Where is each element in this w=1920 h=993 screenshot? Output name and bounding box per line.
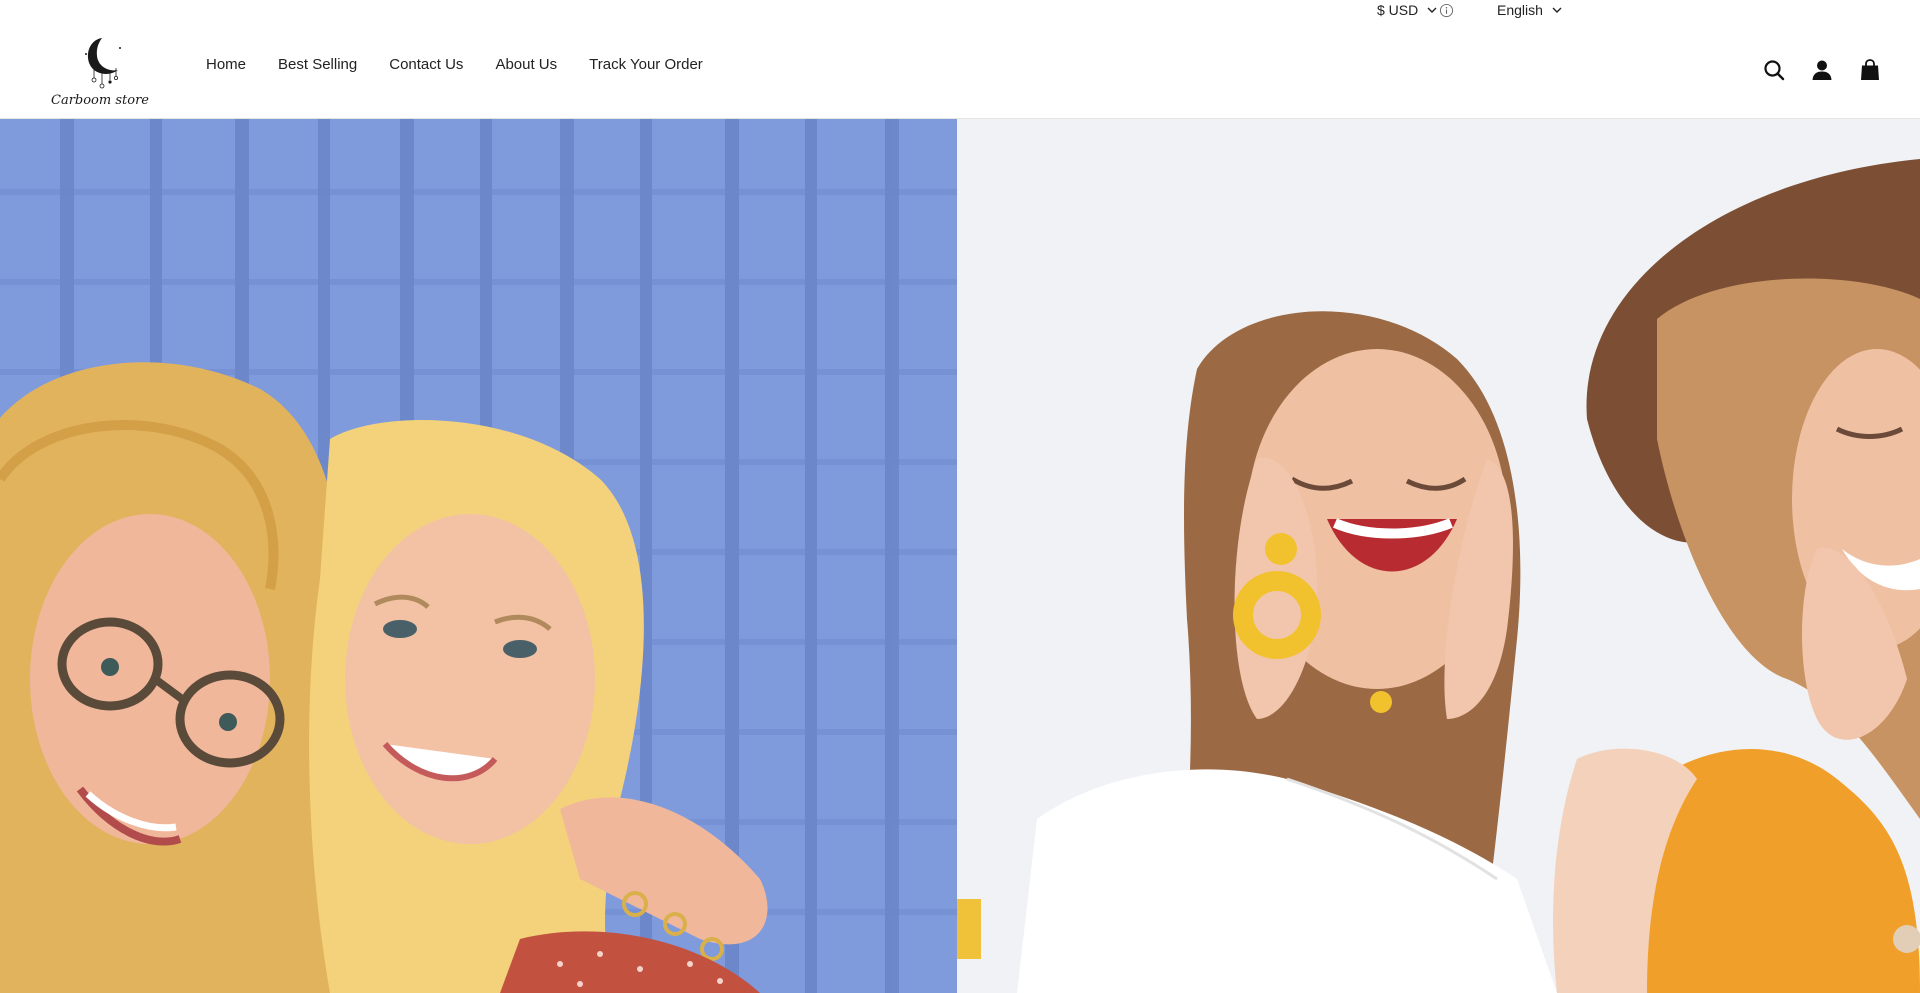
logo-text: Carboom store <box>51 93 149 108</box>
hero-image-right <box>957 119 1920 993</box>
nav-home[interactable]: Home <box>206 56 246 73</box>
nav-contact-us[interactable]: Contact Us <box>389 56 463 73</box>
currency-label: $ USD <box>1377 2 1419 18</box>
site-header: Carboom store Home Best Selling Contact … <box>0 22 1920 119</box>
cart-button[interactable] <box>1858 58 1882 82</box>
currency-selector[interactable]: $ USD <box>1377 2 1438 18</box>
account-button[interactable] <box>1810 58 1834 82</box>
hero-slideshow[interactable] <box>0 119 1920 993</box>
chevron-down-icon <box>1552 7 1562 13</box>
nav-about-us[interactable]: About Us <box>495 56 557 73</box>
language-selector[interactable]: English <box>1497 2 1563 18</box>
search-button[interactable] <box>1762 58 1786 82</box>
nav-best-selling[interactable]: Best Selling <box>278 56 357 73</box>
language-label: English <box>1497 2 1543 18</box>
search-icon <box>1764 60 1785 81</box>
store-logo[interactable]: Carboom store <box>50 34 150 112</box>
utility-bar: $ USD English <box>0 0 1920 22</box>
hero-image-left <box>0 119 957 993</box>
main-nav: Home Best Selling Contact Us About Us Tr… <box>206 56 703 73</box>
nav-track-order[interactable]: Track Your Order <box>589 56 703 73</box>
chevron-down-icon <box>1427 7 1437 13</box>
shopping-bag-icon <box>1861 59 1879 80</box>
info-icon[interactable] <box>1439 3 1454 18</box>
account-icon <box>1812 60 1832 80</box>
